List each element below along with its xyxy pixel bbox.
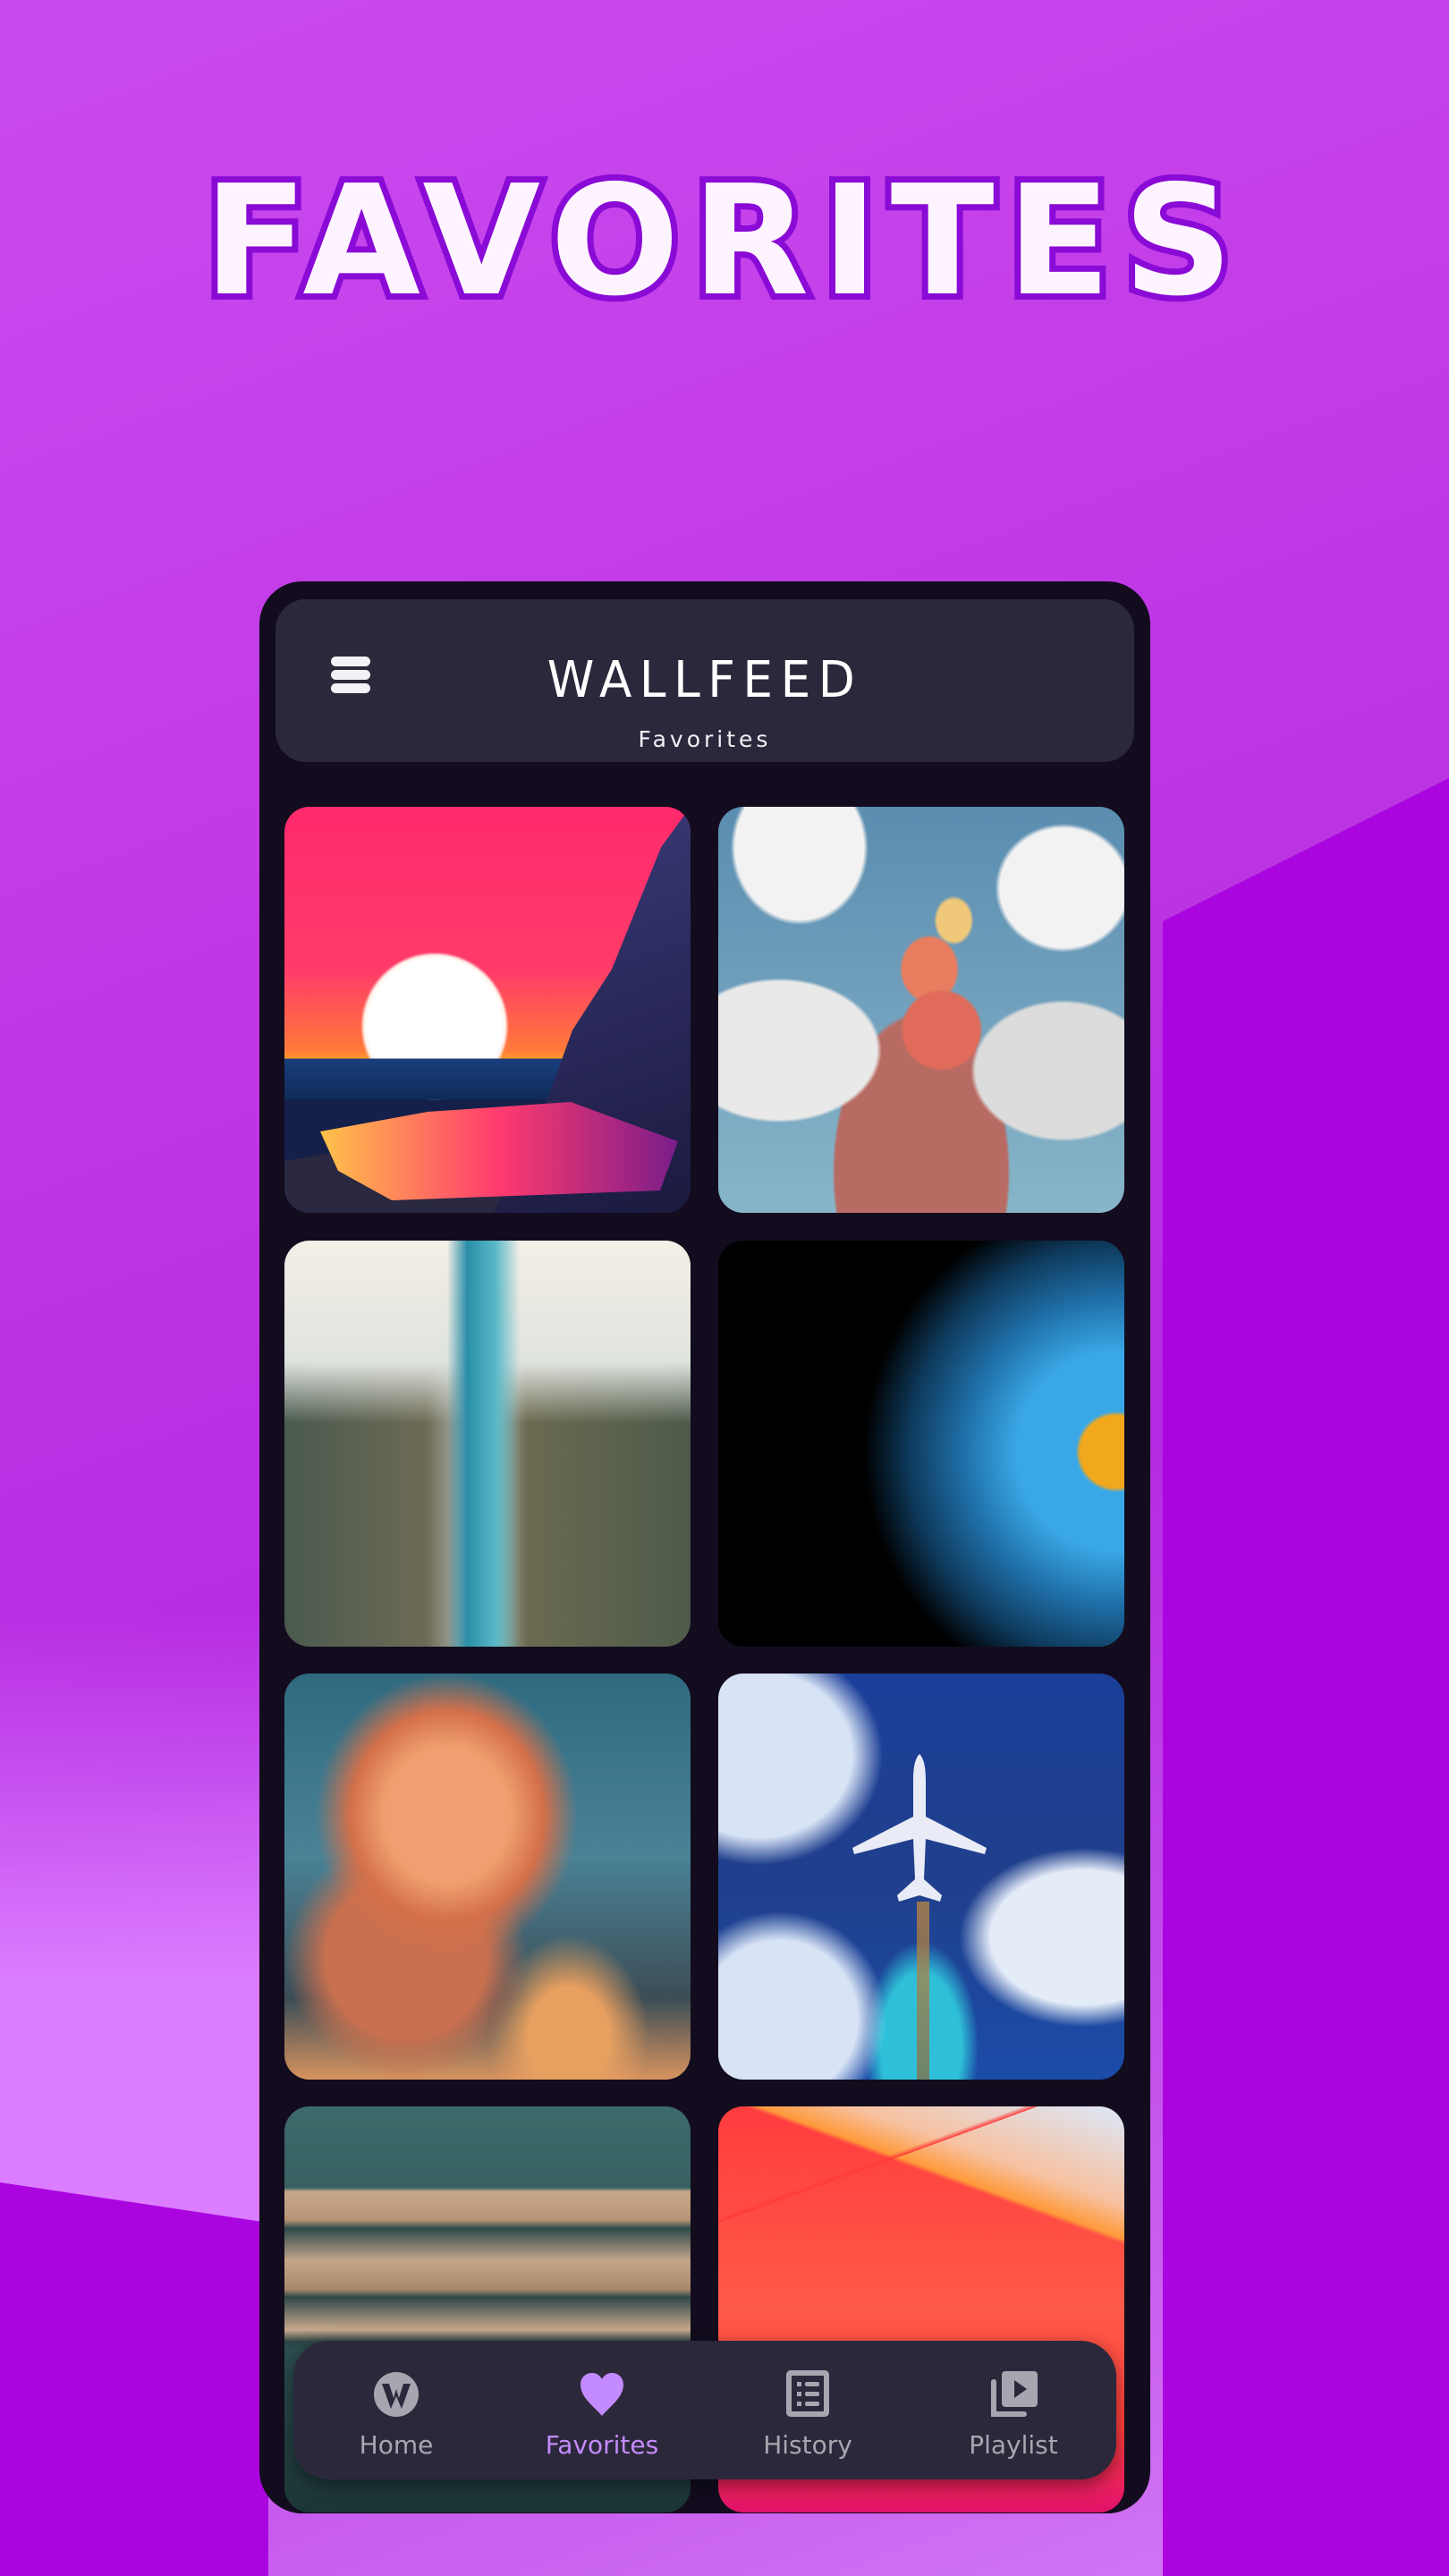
nav-label-home: Home [359,2430,434,2460]
airplane-illustration [852,1754,987,1902]
nav-label-history: History [763,2430,852,2460]
wallpaper-card-blue-dahlia[interactable] [718,1241,1124,1647]
playlist-play-icon [991,2371,1038,2417]
nav-label-playlist: Playlist [969,2430,1058,2460]
app-title: WALLFEED [547,651,863,709]
wallpaper-card-coastal-cliffs[interactable] [284,1241,691,1647]
promo-headline: FAVORITES [198,153,1246,330]
list-icon [786,2370,829,2417]
wallpaper-card-anime-clouds-smoke[interactable] [718,807,1124,1213]
nav-item-favorites[interactable]: Favorites [499,2341,705,2479]
nav-item-home[interactable]: Home [293,2341,499,2479]
art-contrail [917,1902,929,2080]
background-light-band [0,1610,268,2223]
wallpaper-card-airplane-painting[interactable] [718,1674,1124,2080]
wallpaper-card-sunset-clouds[interactable] [284,1674,691,2080]
wallpaper-card-synthwave-sunset-car[interactable] [284,807,691,1213]
app-header: WALLFEED Favorites [275,599,1134,762]
nav-label-favorites: Favorites [545,2430,659,2460]
nav-item-playlist[interactable]: Playlist [911,2341,1116,2479]
page-subtitle: Favorites [638,726,772,752]
nav-item-history[interactable]: History [705,2341,911,2479]
wallfeed-logo-icon [374,2372,419,2417]
bottom-navigation: Home Favorites History Playlist [293,2341,1116,2479]
heart-icon [580,2373,623,2416]
phone-frame: WALLFEED Favorites Home Favorites Histor… [259,581,1150,2513]
